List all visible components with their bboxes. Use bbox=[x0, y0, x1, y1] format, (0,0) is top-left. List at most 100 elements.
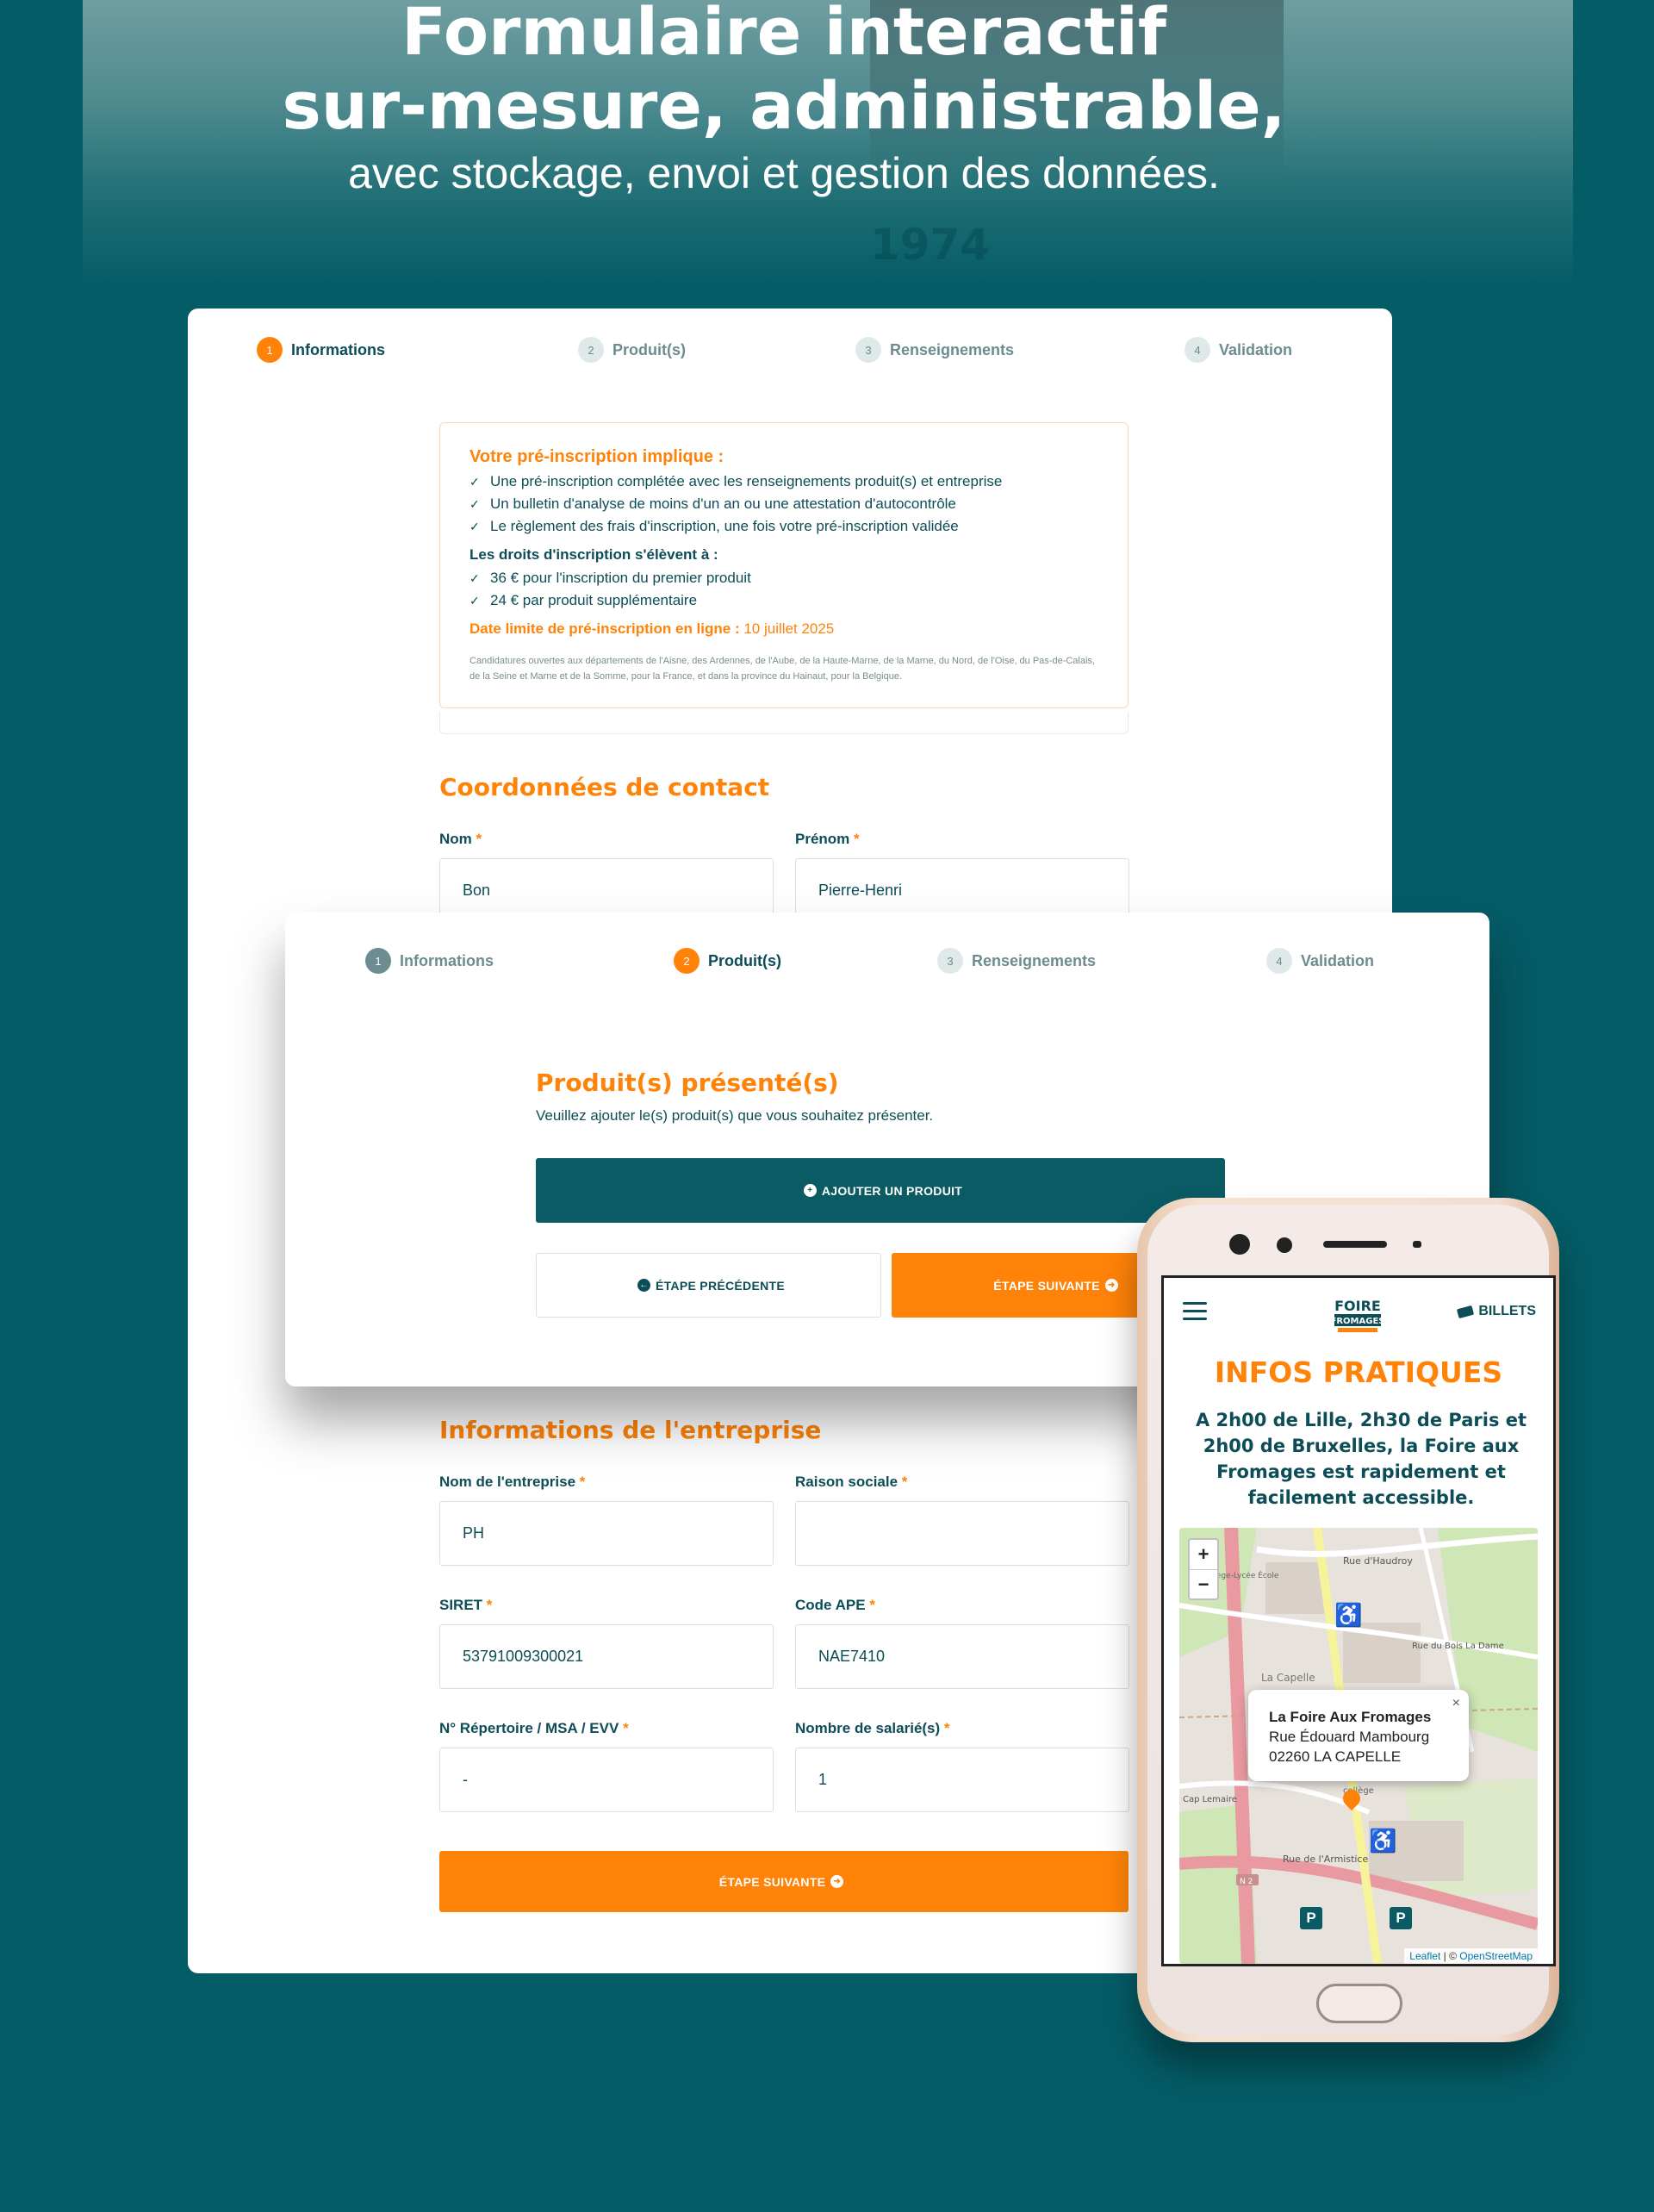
eligibility-note: Candidatures ouvertes aux départements d… bbox=[469, 656, 1095, 682]
field-label-text: Code APE bbox=[795, 1597, 866, 1613]
raison-sociale-label: Raison sociale * bbox=[795, 1474, 907, 1491]
info-box: Votre pré-inscription implique : ✓ Une pr… bbox=[439, 422, 1129, 708]
check-icon: ✓ bbox=[469, 475, 480, 489]
popup-city: 02260 LA CAPELLE bbox=[1269, 1748, 1402, 1765]
field-label-text: N° Répertoire / MSA / EVV bbox=[439, 1720, 619, 1736]
step-label: Validation bbox=[1219, 340, 1293, 358]
field-label-text: Raison sociale bbox=[795, 1474, 899, 1490]
deadline-value: 10 juillet 2025 bbox=[743, 620, 835, 637]
deadline: Date limite de pré-inscription en ligne … bbox=[469, 620, 1098, 638]
step-informations[interactable]: 1 Informations bbox=[365, 948, 494, 974]
repertoire-input[interactable]: - bbox=[439, 1748, 774, 1812]
required-mark: * bbox=[623, 1720, 629, 1736]
phone-camera bbox=[1229, 1234, 1250, 1255]
info-item: ✓ Un bulletin d'analyse de moins d'un an … bbox=[469, 493, 1098, 515]
hero-subtitle: avec stockage, envoi et gestion des donn… bbox=[348, 149, 1220, 197]
step-renseignements[interactable]: 3 Renseignements bbox=[937, 948, 1096, 974]
popup-address: Rue Édouard Mambourg bbox=[1269, 1729, 1430, 1745]
step-produits[interactable]: 2 Produit(s) bbox=[674, 948, 781, 974]
mobile-header: FOIRE FROMAGES BILLETS bbox=[1164, 1278, 1553, 1347]
access-text: A 2h00 de Lille, 2h30 de Paris et 2h00 d… bbox=[1195, 1410, 1527, 1508]
code-ape-input[interactable]: NAE7410 bbox=[795, 1624, 1129, 1689]
salaries-input[interactable]: 1 bbox=[795, 1748, 1129, 1812]
fee-item: ✓ 36 € pour l'inscription du premier prod… bbox=[469, 567, 1098, 589]
street-label: Cap Lemaire bbox=[1183, 1795, 1237, 1804]
attrib-separator: | © bbox=[1440, 1950, 1460, 1962]
required-mark: * bbox=[869, 1597, 875, 1613]
prenom-label-text: Prénom bbox=[795, 831, 850, 847]
next-step-button-main[interactable]: ÉTAPE SUIVANTE ➜ bbox=[439, 1851, 1129, 1912]
nom-entreprise-input[interactable]: PH bbox=[439, 1501, 774, 1566]
salaries-label: Nombre de salarié(s) * bbox=[795, 1720, 950, 1737]
produits-section-title: Produit(s) présenté(s) bbox=[536, 1069, 839, 1097]
step-renseignements[interactable]: 3 Renseignements bbox=[855, 337, 1014, 363]
step-informations[interactable]: 1 Informations bbox=[257, 337, 385, 363]
button-label: ÉTAPE PRÉCÉDENTE bbox=[655, 1278, 785, 1293]
step-label: Informations bbox=[291, 340, 386, 358]
parking-icon: P bbox=[1300, 1907, 1322, 1929]
osm-link[interactable]: OpenStreetMap bbox=[1459, 1950, 1533, 1962]
nom-label: Nom * bbox=[439, 831, 482, 848]
step-number: 1 bbox=[365, 948, 391, 974]
button-label: ÉTAPE SUIVANTE bbox=[718, 1874, 826, 1889]
step-produits[interactable]: 2 Produit(s) bbox=[578, 337, 686, 363]
accessibility-icon: ♿ bbox=[1369, 1828, 1397, 1854]
parking-icon: P bbox=[1390, 1907, 1412, 1929]
info-item-text: Une pré-inscription complétée avec les r… bbox=[490, 473, 1003, 489]
field-label-text: SIRET bbox=[439, 1597, 483, 1613]
phone-speaker bbox=[1323, 1241, 1387, 1248]
foire-fromages-logo[interactable]: FOIRE FROMAGES bbox=[1328, 1290, 1388, 1338]
street-label: Rue d'Haudroy bbox=[1343, 1555, 1413, 1567]
fee-item-text: 24 € par produit supplémentaire bbox=[490, 592, 698, 608]
accessibility-icon: ♿ bbox=[1334, 1602, 1363, 1628]
hamburger-menu-icon[interactable] bbox=[1183, 1302, 1207, 1325]
fee-item: ✓ 24 € par produit supplémentaire bbox=[469, 589, 1098, 612]
zoom-out-button[interactable]: − bbox=[1190, 1569, 1217, 1598]
step-number: 3 bbox=[855, 337, 881, 363]
step-label: Produit(s) bbox=[708, 951, 781, 969]
street-label: Rue de l'Armistice bbox=[1283, 1854, 1368, 1865]
code-ape-label: Code APE * bbox=[795, 1597, 875, 1614]
home-button[interactable] bbox=[1316, 1984, 1402, 2023]
repertoire-label: N° Répertoire / MSA / EVV * bbox=[439, 1720, 629, 1737]
step-number: 4 bbox=[1185, 337, 1210, 363]
zoom-in-button[interactable]: + bbox=[1190, 1540, 1217, 1569]
close-icon[interactable]: × bbox=[1452, 1693, 1460, 1713]
ticket-icon bbox=[1457, 1305, 1475, 1318]
leaflet-link[interactable]: Leaflet bbox=[1409, 1950, 1440, 1962]
check-icon: ✓ bbox=[469, 520, 480, 533]
step-validation[interactable]: 4 Validation bbox=[1266, 948, 1374, 974]
step-label: Renseignements bbox=[972, 951, 1097, 969]
popup-title: La Foire Aux Fromages bbox=[1269, 1709, 1432, 1725]
nom-label-text: Nom bbox=[439, 831, 472, 847]
arrow-right-icon: ➜ bbox=[830, 1875, 844, 1888]
street-label: La Capelle bbox=[1261, 1672, 1315, 1684]
step-number: 4 bbox=[1266, 948, 1292, 974]
siret-input[interactable]: 53791009300021 bbox=[439, 1624, 774, 1689]
check-icon: ✓ bbox=[469, 497, 480, 511]
road-shield: N 2 bbox=[1240, 1878, 1253, 1886]
phone-dot bbox=[1413, 1241, 1421, 1248]
raison-sociale-input[interactable] bbox=[795, 1501, 1129, 1566]
add-product-button[interactable]: + AJOUTER UN PRODUIT bbox=[536, 1158, 1225, 1223]
phone-mockup: FOIRE FROMAGES BILLETS INFOS PRATIQUES A… bbox=[1137, 1198, 1559, 2042]
prev-step-button[interactable]: ← ÉTAPE PRÉCÉDENTE bbox=[536, 1253, 881, 1318]
fees-heading: Les droits d'inscription s'élèvent à : bbox=[469, 546, 718, 563]
svg-text:FOIRE: FOIRE bbox=[1334, 1298, 1381, 1314]
infos-pratiques-title: INFOS PRATIQUES bbox=[1214, 1355, 1503, 1389]
hero-bg-year: 1974 bbox=[870, 220, 991, 270]
step-number: 3 bbox=[937, 948, 963, 974]
check-icon: ✓ bbox=[469, 594, 480, 608]
entreprise-section-title: Informations de l'entreprise bbox=[439, 1416, 822, 1444]
contact-section-title: Coordonnées de contact bbox=[439, 773, 770, 801]
button-label: AJOUTER UN PRODUIT bbox=[821, 1183, 963, 1198]
step-number: 2 bbox=[674, 948, 700, 974]
map[interactable]: Rue d'Haudroy La Capelle Rue du Bois La … bbox=[1179, 1528, 1538, 1964]
phone-sensor bbox=[1277, 1237, 1292, 1253]
step-number: 2 bbox=[578, 337, 604, 363]
fee-item-text: 36 € pour l'inscription du premier produ… bbox=[490, 570, 751, 586]
step-validation[interactable]: 4 Validation bbox=[1185, 337, 1292, 363]
required-mark: * bbox=[854, 831, 860, 847]
required-mark: * bbox=[901, 1474, 908, 1490]
billets-link[interactable]: BILLETS bbox=[1457, 1304, 1536, 1319]
